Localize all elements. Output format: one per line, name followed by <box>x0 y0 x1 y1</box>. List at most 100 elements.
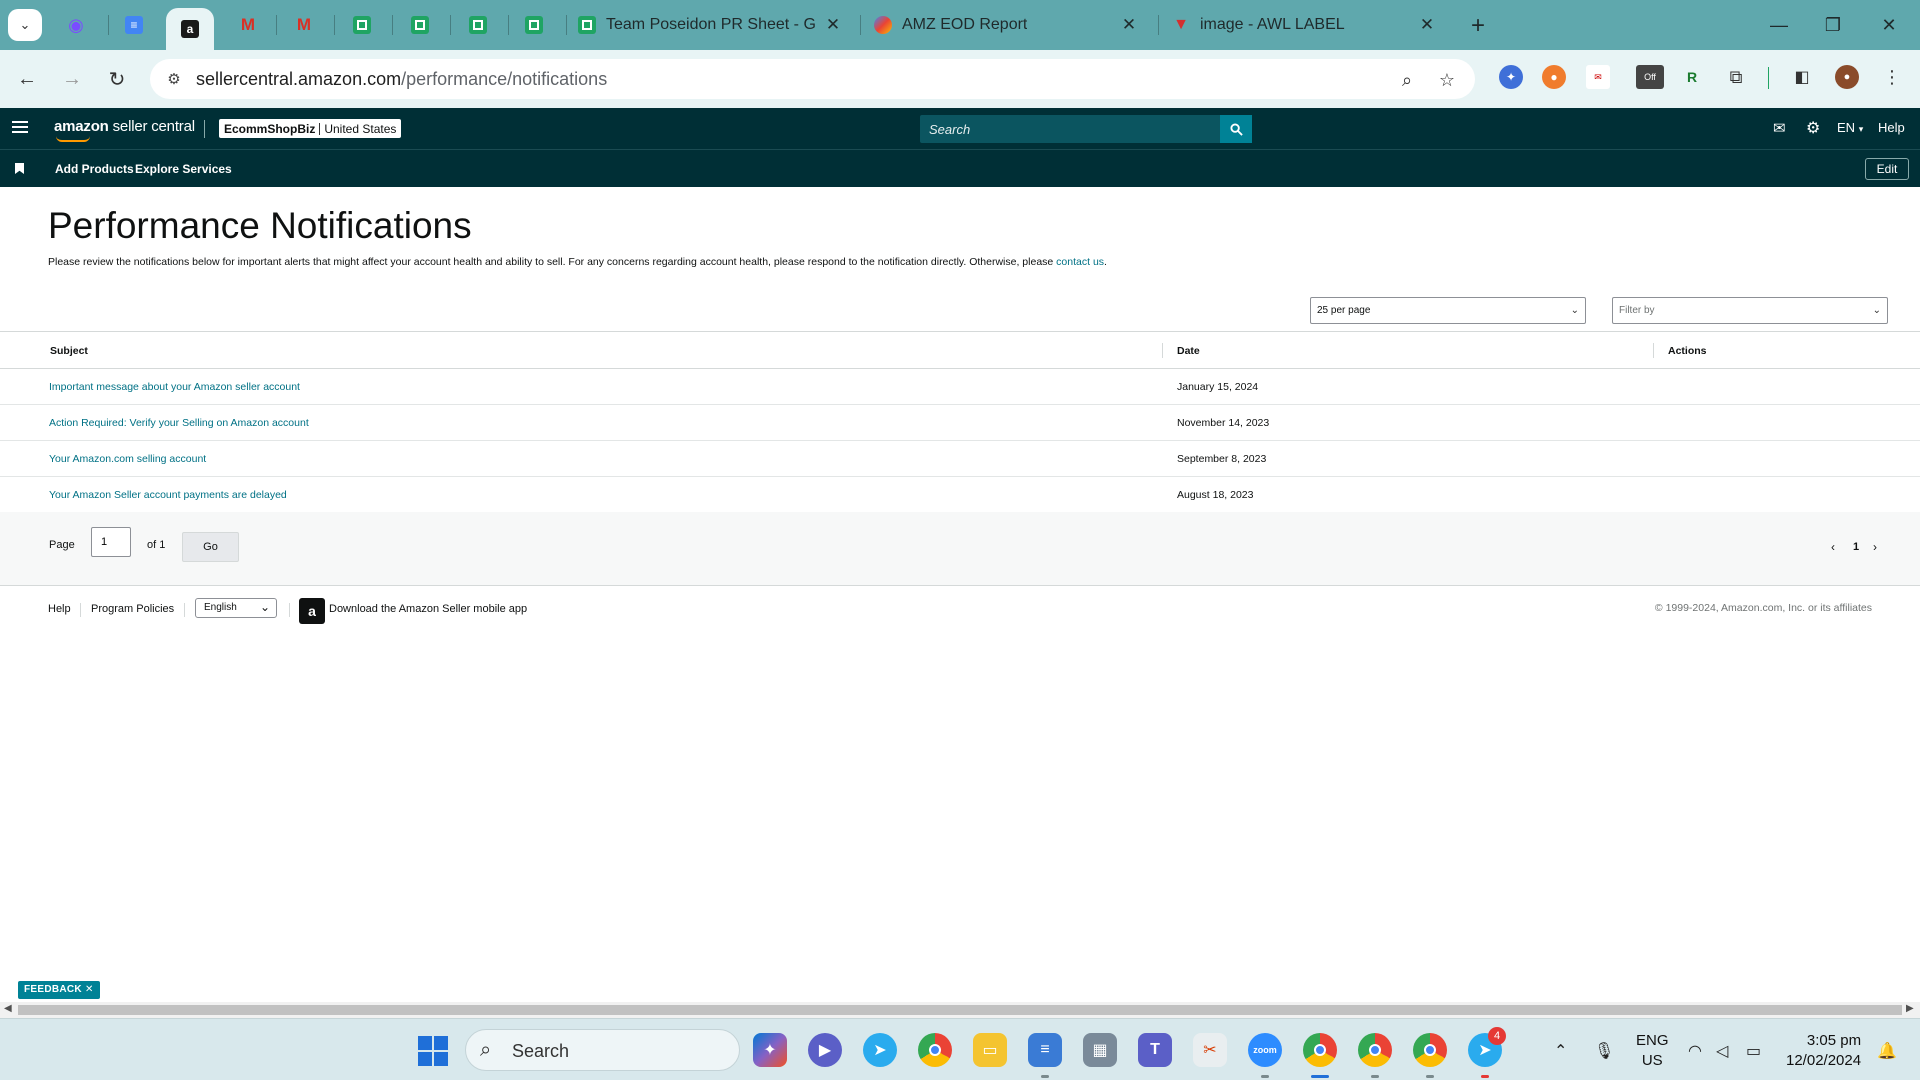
column-header-subject[interactable]: Subject <box>50 345 88 357</box>
table-row: Your Amazon Seller account payments are … <box>0 477 1920 513</box>
seller-search-button[interactable] <box>1220 115 1252 143</box>
nav-add-products[interactable]: Add Products <box>55 162 134 176</box>
scroll-right-icon[interactable]: ▶ <box>1906 1003 1914 1014</box>
url-text[interactable]: sellercentral.amazon.com/performance/not… <box>196 69 607 90</box>
restore-button[interactable]: ❐ <box>1810 10 1856 40</box>
battery-icon[interactable]: ▭ <box>1746 1041 1761 1061</box>
marketplace-name: United States <box>324 121 397 136</box>
profile-avatar[interactable]: ● <box>1835 65 1859 89</box>
back-button[interactable]: ← <box>12 64 42 94</box>
edit-nav-button[interactable]: Edit <box>1865 158 1909 180</box>
footer-language-select[interactable]: English ⌄ <box>195 598 277 618</box>
hamburger-menu-icon[interactable] <box>12 121 28 135</box>
column-header-date[interactable]: Date <box>1177 345 1200 357</box>
settings-gear-icon[interactable]: ⚙ <box>1806 118 1820 138</box>
telegram-icon[interactable]: ➤ <box>863 1033 897 1067</box>
page-number-input[interactable] <box>91 527 131 557</box>
extension-1-icon[interactable]: ✦ <box>1499 65 1523 89</box>
extensions-puzzle-icon[interactable]: ⧉ <box>1724 65 1748 89</box>
scroll-left-icon[interactable]: ◀ <box>4 1003 12 1014</box>
site-info-icon[interactable]: ⚙ <box>164 69 184 89</box>
pinned-tab-amazon[interactable]: a <box>166 8 214 50</box>
pinned-tab-sheets-2[interactable] <box>396 8 444 42</box>
zoom-icon[interactable]: ⌕ <box>1396 69 1418 91</box>
pinned-tab-gmail-2[interactable]: M <box>280 8 328 42</box>
new-tab-button[interactable]: + <box>1464 12 1492 40</box>
next-page-icon[interactable]: › <box>1873 540 1877 554</box>
notepad-icon[interactable]: ≡ <box>1028 1033 1062 1067</box>
seller-central-logo[interactable]: amazon seller central <box>54 118 195 135</box>
horizontal-scrollbar[interactable]: ◀ ▶ <box>0 1002 1920 1018</box>
filter-by-select[interactable]: Filter by ⌄ <box>1612 297 1888 324</box>
volume-icon[interactable]: ◁ <box>1716 1041 1728 1061</box>
contact-us-link[interactable]: contact us <box>1056 256 1104 268</box>
teams-icon[interactable]: T <box>1138 1033 1172 1067</box>
pinned-tab-sheets-3[interactable] <box>454 8 502 42</box>
close-tab-icon[interactable]: ✕ <box>1118 14 1140 36</box>
feedback-button[interactable]: FEEDBACK ✕ <box>18 981 100 999</box>
chrome-icon[interactable] <box>918 1033 952 1067</box>
address-bar[interactable]: ⚙ sellercentral.amazon.com/performance/n… <box>150 59 1475 99</box>
seller-search-input[interactable] <box>920 115 1220 143</box>
chrome-profile-2-icon[interactable] <box>1358 1033 1392 1067</box>
chrome-profile-1-icon[interactable] <box>1303 1033 1337 1067</box>
side-panel-icon[interactable]: ◧ <box>1790 65 1814 89</box>
tab-team-poseidon[interactable]: Team Poseidon PR Sheet - Goo ✕ <box>578 8 850 42</box>
notification-bell-icon[interactable]: 🔔 <box>1877 1041 1897 1061</box>
close-tab-icon[interactable]: ✕ <box>822 14 844 36</box>
close-tab-icon[interactable]: ✕ <box>1416 14 1438 36</box>
chrome-profile-3-icon[interactable] <box>1413 1033 1447 1067</box>
bookmark-icon[interactable] <box>15 163 24 174</box>
wifi-icon[interactable]: ◠ <box>1688 1041 1702 1061</box>
extension-2-icon[interactable]: ● <box>1542 65 1566 89</box>
calculator-icon[interactable]: ▦ <box>1083 1033 1117 1067</box>
download-app-link[interactable]: Download the Amazon Seller mobile app <box>329 603 527 615</box>
meet-icon[interactable]: ▶ <box>808 1033 842 1067</box>
copilot-icon[interactable]: ✦ <box>753 1033 787 1067</box>
file-explorer-icon[interactable]: ▭ <box>973 1033 1007 1067</box>
zoom-icon[interactable]: zoom <box>1248 1033 1282 1067</box>
pinned-tab-messenger[interactable]: ◉ <box>52 8 100 42</box>
microphone-icon[interactable]: 🎙 <box>1594 1041 1614 1061</box>
snipping-tool-icon[interactable]: ✂ <box>1193 1033 1227 1067</box>
extension-off-icon[interactable]: Off <box>1636 65 1664 89</box>
language-switcher[interactable]: EN ▾ <box>1837 120 1863 135</box>
scrollbar-thumb[interactable] <box>18 1005 1902 1015</box>
pinned-tab-docs[interactable]: ≡ <box>110 8 158 42</box>
notification-subject-link[interactable]: Important message about your Amazon sell… <box>49 381 300 393</box>
tab-search-button[interactable]: ⌄ <box>8 9 42 41</box>
minimize-button[interactable]: — <box>1756 10 1802 40</box>
taskbar-search[interactable]: ⌕ Search <box>465 1029 740 1071</box>
prev-page-icon[interactable]: ‹ <box>1831 540 1835 554</box>
notification-subject-link[interactable]: Your Amazon.com selling account <box>49 453 206 465</box>
forward-button[interactable]: → <box>57 64 87 94</box>
system-clock[interactable]: 3:05 pm 12/02/2024 <box>1786 1031 1861 1071</box>
notification-subject-link[interactable]: Your Amazon Seller account payments are … <box>49 489 287 501</box>
pinned-tab-sheets-4[interactable] <box>510 8 558 42</box>
notification-subject-link[interactable]: Action Required: Verify your Selling on … <box>49 417 309 429</box>
seller-app-icon[interactable]: a <box>299 598 325 624</box>
go-button[interactable]: Go <box>182 532 239 562</box>
page-intro: Please review the notifications below fo… <box>48 256 1107 268</box>
close-window-button[interactable]: ✕ <box>1866 10 1912 40</box>
current-page-number[interactable]: 1 <box>1853 541 1859 553</box>
extension-3-icon[interactable]: ✉ <box>1586 65 1610 89</box>
store-switcher[interactable]: EcommShopBiz United States <box>219 119 402 138</box>
extension-rs-icon[interactable]: R <box>1680 65 1704 89</box>
show-hidden-icons-icon[interactable]: ⌃ <box>1554 1041 1567 1061</box>
per-page-select[interactable]: 25 per page ⌄ <box>1310 297 1586 324</box>
footer-help-link[interactable]: Help <box>48 603 71 615</box>
pinned-tab-sheets-1[interactable] <box>338 8 386 42</box>
windows-start-icon[interactable] <box>418 1036 448 1066</box>
tab-awl-label[interactable]: ▼ image - AWL LABEL ✕ <box>1172 8 1444 42</box>
nav-explore-services[interactable]: Explore Services <box>135 162 232 176</box>
reload-button[interactable]: ↻ <box>102 64 132 94</box>
browser-menu-icon[interactable]: ⋮ <box>1880 65 1904 89</box>
footer-program-policies-link[interactable]: Program Policies <box>91 603 174 615</box>
input-language-indicator[interactable]: ENG US <box>1636 1031 1669 1071</box>
header-help-link[interactable]: Help <box>1878 120 1905 135</box>
pinned-tab-gmail[interactable]: M <box>224 8 272 42</box>
tab-amz-eod-report[interactable]: AMZ EOD Report ✕ <box>874 8 1146 42</box>
mail-icon[interactable]: ✉ <box>1773 119 1786 137</box>
bookmark-star-icon[interactable]: ☆ <box>1436 69 1458 91</box>
